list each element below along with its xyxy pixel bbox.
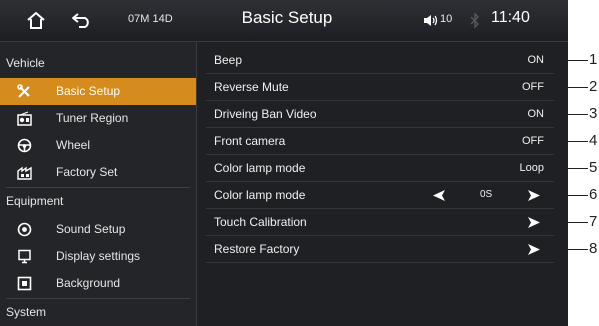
sidebar-item-label: Display settings [56,249,141,263]
setting-label: Restore Factory [214,242,300,256]
callout-number: 6 [589,186,598,203]
sound-icon [17,222,32,237]
callout-line [556,168,588,169]
setting-value: ON [527,108,545,120]
sidebar-item-label: Wheel [56,138,91,152]
setting-label: Touch Calibration [214,215,307,229]
setting-label: Color lamp mode [214,188,306,202]
sidebar-item-display-settings[interactable]: Display settings [0,243,196,270]
factory-icon [17,166,32,180]
sidebar-item-wheel[interactable]: Wheel [0,132,196,159]
setting-row-touch-calibration[interactable]: Touch Calibration [206,209,554,236]
steering-wheel-icon [17,138,32,153]
callout-line [556,60,588,61]
page-title: Basic Setup [241,8,333,27]
callout-number: 1 [589,51,598,68]
setting-row-front-camera[interactable]: Front camera OFF [206,128,554,155]
display-icon [18,249,31,264]
callout-line [556,87,588,88]
sidebar-item-label: Background [56,276,121,290]
home-icon[interactable] [26,11,46,30]
section-header-equipment: Equipment [6,194,64,208]
callout-number: 7 [589,213,598,230]
status-bar: 07M 14D Basic Setup 10 11:40 [0,0,568,42]
setting-label: Beep [214,53,243,67]
callout-number: 3 [589,105,598,122]
setting-value: Loop [519,162,544,174]
arrow-right-icon[interactable] [527,189,541,202]
setting-row-restore-factory[interactable]: Restore Factory [206,236,554,263]
setting-row-color-lamp-mode[interactable]: Color lamp mode Loop [206,155,554,182]
sidebar-item-tuner-region[interactable]: Tuner Region [0,105,196,132]
callout-number: 2 [589,78,598,95]
setting-row-beep[interactable]: Beep ON [206,47,554,74]
callout-number: 8 [589,240,598,257]
sidebar-item-label: Basic Setup [56,84,121,98]
sidebar-item-sound-setup[interactable]: Sound Setup [0,216,196,243]
clock: 11:40 [491,9,530,26]
volume-icon [424,15,438,26]
section-header-vehicle: Vehicle [6,56,45,70]
section-header-system: System [6,305,47,319]
callout-number: 5 [589,159,598,176]
sidebar-item-background[interactable]: Background [0,270,196,297]
bluetooth-icon [470,12,479,29]
setting-value: 0S [480,189,493,200]
tools-icon [17,84,30,98]
background-icon [17,276,32,291]
callout-line [556,141,588,142]
setting-label: Reverse Mute [214,80,289,94]
setting-label: Color lamp mode [214,161,306,175]
setting-row-color-lamp-timer: Color lamp mode 0S [206,182,554,209]
head-unit-screen: 07M 14D Basic Setup 10 11:40 Vehicle Bas… [0,0,568,326]
sidebar-item-label: Factory Set [56,165,118,179]
setting-row-reverse-mute[interactable]: Reverse Mute OFF [206,74,554,101]
callout-line [556,195,588,196]
arrow-right-icon [528,217,540,228]
callout-line [556,249,588,250]
arrow-left-icon[interactable] [432,189,446,202]
volume-level: 10 [440,13,453,25]
arrow-right-icon [528,244,540,255]
setting-value: OFF [522,81,544,93]
setting-label: Driveing Ban Video [214,107,317,121]
callout-line [556,222,588,223]
setting-label: Front camera [214,134,286,148]
setting-row-driving-ban-video[interactable]: Driveing Ban Video ON [206,101,554,128]
date-display: 07M 14D [128,13,173,25]
sidebar: Vehicle Basic Setup Tuner Region Wheel F… [0,42,197,326]
sidebar-item-basic-setup[interactable]: Basic Setup [0,78,196,105]
radio-icon [17,111,32,126]
setting-value: ON [527,54,545,66]
callout-number: 4 [589,132,598,149]
setting-value: OFF [522,135,544,147]
callout-line [556,114,588,115]
sidebar-item-factory-set[interactable]: Factory Set [0,159,196,186]
back-icon[interactable] [71,12,93,29]
sidebar-item-label: Tuner Region [56,111,129,125]
sidebar-item-label: Sound Setup [56,222,126,236]
